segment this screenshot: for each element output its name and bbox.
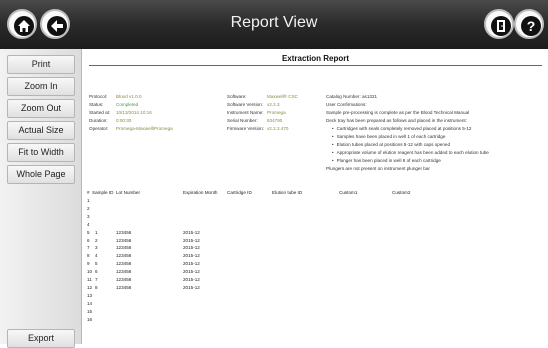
table-cell: 5 [87,229,90,235]
table-cell: 2015-12 [183,284,200,290]
user-confirmations: Catalog Number: as1321 User Confirmation… [326,93,489,173]
status-value: Completed [116,102,139,107]
table-cell: 6 [87,237,90,243]
table-cell: 8 [87,253,90,259]
help-icon[interactable]: ? [514,9,544,39]
table-cell: 2015-12 [183,277,200,282]
table-cell: 3 [95,245,98,251]
zoom-out-button[interactable]: Zoom Out [7,99,75,118]
run-info: Protocol: Blood v1.0.0 Status: Completed S… [89,94,173,131]
table-cell: 7 [95,277,98,282]
page-title: Report View [230,14,318,31]
table-cell: 14 [87,300,93,306]
table-cell: 3 [87,213,90,219]
table-cell: 123456 [116,229,132,235]
table-cell: 2015-12 [183,245,200,251]
confirmation-item: Appropriate volume of elution reagent ha… [326,149,489,157]
report-page: Extraction Report Protocol: Blood v1.0.0 … [83,49,548,344]
table-cell: 123456 [116,284,132,290]
table-cell: 2015-12 [183,269,200,275]
table-cell: 123456 [116,277,132,282]
table-cell: 2015-12 [183,229,200,235]
confirmation-item: Cartridges with seals completely removed… [326,125,489,133]
exit-door-icon[interactable] [484,9,514,39]
table-cell: 9 [87,261,90,267]
table-cell: 123456 [116,261,132,267]
instrument-info: Software: Maxwell® CSC Software Version: v… [227,94,298,131]
table-cell: 2015-12 [183,261,200,267]
table-cell: 15 [87,308,93,314]
table-cell: 11 [87,277,92,282]
top-bar: Report View ? [0,0,548,49]
table-cell: 10 [87,269,93,275]
table-cell: 123456 [116,237,132,243]
table-cell: 5 [95,261,98,267]
table-cell: 1 [95,229,98,235]
confirmation-item: Samples have been placed in well 1 of ea… [326,133,489,141]
table-cell: 2 [87,205,90,211]
confirmation-item: Elution tubes placed at positions 5-12 w… [326,141,489,149]
table-cell: 6 [95,269,98,275]
svg-text:?: ? [527,18,536,34]
table-cell: 2 [95,237,98,243]
table-cell: 123456 [116,245,132,251]
catalog-number: Catalog Number: as1321 [326,94,378,99]
zoom-in-button[interactable]: Zoom In [7,77,75,96]
table-cell: 16 [87,316,93,322]
fit-to-width-button[interactable]: Fit to Width [7,143,75,162]
table-cell: 12 [87,284,93,290]
table-cell: 4 [87,221,90,227]
title-divider [89,65,542,66]
confirmation-item: Plunger has been placed in well 8 of eac… [326,157,489,165]
actual-size-button[interactable]: Actual Size [7,121,75,140]
table-cell: 2015-12 [183,253,200,259]
table-cell: 2015-12 [183,237,200,243]
export-button[interactable]: Export [7,329,75,348]
print-button[interactable]: Print [7,55,75,74]
report-title: Extraction Report [281,54,350,63]
table-cell: 123456 [116,269,132,275]
table-cell: 1 [87,198,90,203]
table-cell: 13 [87,292,93,298]
table-cell: 7 [87,245,90,251]
table-cell: 4 [95,253,98,259]
table-cell: 8 [95,284,98,290]
sidebar: Print Zoom In Zoom Out Actual Size Fit t… [0,49,82,348]
table-cell: 123456 [116,253,132,259]
whole-page-button[interactable]: Whole Page [7,165,75,184]
